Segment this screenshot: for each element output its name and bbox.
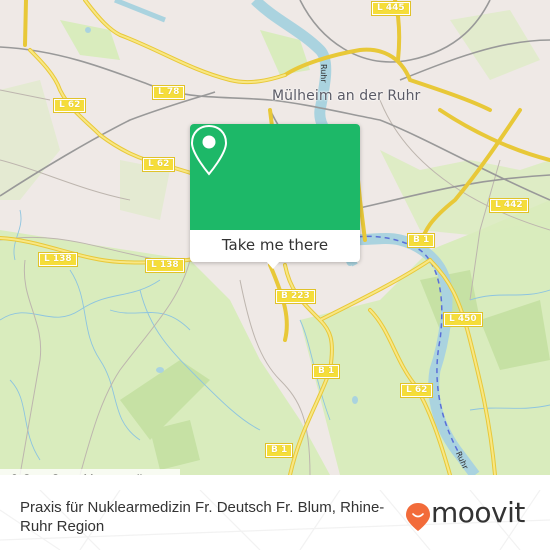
moovit-pin-icon	[406, 503, 430, 531]
road-shield-b1: B 1	[264, 443, 294, 458]
road-shield-l138: L 138	[145, 258, 185, 273]
road-shield-b1: B 1	[311, 364, 341, 379]
road-shield-l78: L 78	[151, 85, 186, 100]
river-label: Ruhr	[319, 64, 328, 83]
road-shield-b223: B 223	[275, 289, 316, 304]
road-shield-l138: L 138	[38, 252, 78, 267]
popup-pointer	[266, 261, 280, 269]
road-shield-b1: B 1	[406, 233, 436, 248]
road-shield-l450: L 450	[443, 312, 483, 327]
road-shield-l62: L 62	[52, 98, 87, 113]
map-pin-icon	[190, 124, 228, 176]
osm-attribution[interactable]: © OpenStreetMap contributors	[0, 469, 180, 475]
map[interactable]: L 445 L 78 L 62 L 62 L 442 B 1 L 138 L 1…	[0, 0, 550, 475]
road-shield-l442: L 442	[489, 198, 529, 213]
road-shield-l62: L 62	[399, 383, 434, 398]
road-shield-l445: L 445	[371, 1, 411, 16]
place-name: Praxis für Nuklearmedizin Fr. Deutsch Fr…	[20, 499, 385, 535]
road-shield-l62: L 62	[141, 157, 176, 172]
destination-popup[interactable]: Take me there	[190, 124, 360, 269]
take-me-there-button[interactable]: Take me there	[190, 230, 360, 262]
moovit-wordmark: moovit	[431, 496, 525, 529]
footer: Praxis für Nuklearmedizin Fr. Deutsch Fr…	[0, 490, 550, 550]
popup-header	[190, 124, 360, 230]
city-label: Mülheim an der Ruhr	[272, 88, 421, 104]
